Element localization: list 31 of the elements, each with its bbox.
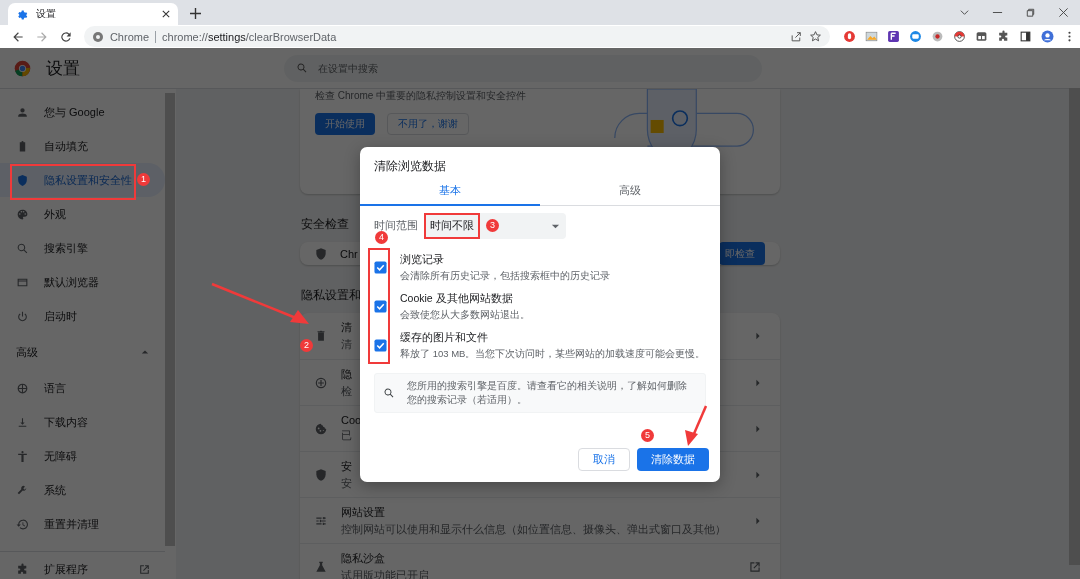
step-badge: 2	[300, 339, 313, 352]
option-title: 浏览记录	[400, 252, 445, 267]
option-title: Cookie 及其他网站数据	[400, 291, 514, 306]
section-heading: 隐私设置和	[301, 288, 361, 303]
tab-title: 设置	[36, 7, 57, 21]
section-heading: 安全检查	[301, 217, 349, 232]
row-title: 隐私沙盒	[341, 550, 386, 566]
step-badge: 5	[641, 429, 654, 442]
row-subtitle: 已	[341, 429, 353, 443]
step-badge: 3	[486, 219, 499, 232]
row-title: Coo	[341, 414, 362, 426]
option-description: 会清除所有历史记录，包括搜索框中的历史记录	[400, 269, 610, 283]
url-text: chrome://settings/clearBrowserData	[162, 30, 337, 43]
option-description: 释放了 103 MB。当您下次访问时，某些网站的加载速度可能会更慢。	[400, 347, 706, 361]
field-label: 时间范围	[374, 219, 418, 233]
row-title: 网站设置	[341, 504, 386, 520]
option-description: 会致使您从大多数网站退出。	[400, 308, 530, 322]
row-title: 清	[341, 320, 352, 335]
section-label: 高级	[16, 344, 38, 360]
row-title: Chr	[340, 247, 358, 260]
step-badge: 4	[375, 231, 388, 244]
notice-text: 您所用的搜索引擎是百度。请查看它的相关说明，了解如何删除您的搜索记录（若适用）。	[407, 379, 688, 407]
settings-title: 设置	[46, 57, 81, 80]
row-title: 安	[341, 458, 352, 474]
row-subtitle: 检	[341, 384, 352, 399]
row-title: 隐	[341, 366, 352, 382]
row-subtitle: 安	[341, 476, 352, 491]
step-badge: 1	[137, 173, 150, 186]
site-label: Chrome	[109, 30, 150, 43]
option-title: 缓存的图片和文件	[400, 330, 489, 345]
dialog-title: 清除浏览数据	[374, 158, 446, 175]
